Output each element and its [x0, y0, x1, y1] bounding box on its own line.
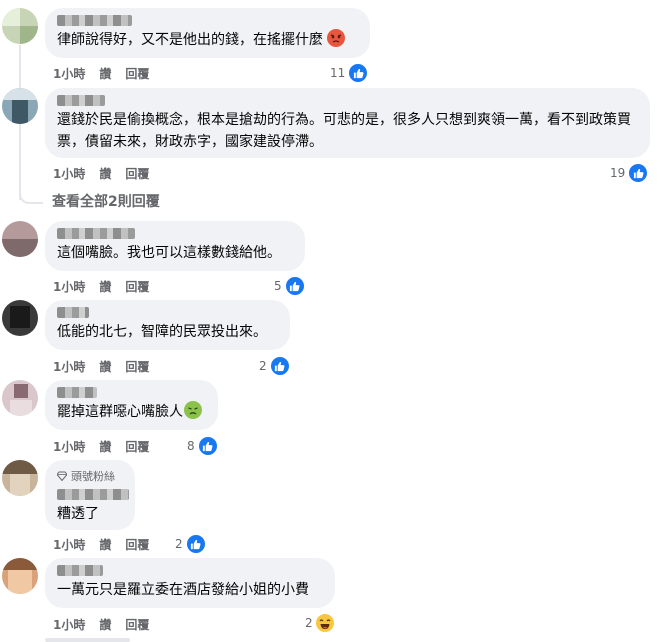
- thumbs-up-icon: [284, 276, 305, 296]
- avatar[interactable]: [2, 8, 38, 44]
- reply-button[interactable]: 回覆: [125, 536, 149, 553]
- reaction-count[interactable]: 19: [610, 163, 649, 183]
- comment-bubble: 罷掉這群噁心嘴臉人: [45, 380, 218, 430]
- thumbs-up-icon: [185, 534, 206, 554]
- commenter-name-redacted[interactable]: [57, 565, 103, 576]
- see-all-replies-link[interactable]: 查看全部2則回覆: [52, 191, 160, 211]
- reaction-count[interactable]: 2: [259, 356, 290, 376]
- comment-time[interactable]: 1小時: [53, 536, 85, 553]
- comment-actions: 1小時 讚 回覆: [53, 536, 163, 553]
- reply-button[interactable]: 回覆: [125, 278, 149, 295]
- commenter-name-redacted[interactable]: [57, 387, 97, 398]
- commenter-name-redacted[interactable]: [57, 228, 135, 239]
- avatar[interactable]: [2, 380, 38, 416]
- like-button[interactable]: 讚: [99, 165, 111, 182]
- badge-label: 頭號粉絲: [71, 470, 115, 483]
- comment-actions: 1小時 讚 回覆: [53, 278, 163, 295]
- comment-text: 律師說得好，又不是他出的錢，在搖擺什麼: [57, 29, 358, 51]
- laughing-emoji-icon: [315, 614, 334, 632]
- reply-button[interactable]: 回覆: [125, 438, 149, 455]
- diamond-icon: [57, 471, 67, 481]
- like-button[interactable]: 讚: [99, 438, 111, 455]
- like-button[interactable]: 讚: [99, 358, 111, 375]
- comment-actions: 1小時 讚 回覆: [53, 616, 163, 633]
- reply-button[interactable]: 回覆: [125, 616, 149, 633]
- commenter-name-redacted[interactable]: [57, 307, 89, 318]
- comment-text: 還錢於民是偷換概念，根本是搶劫的行為。可悲的是，很多人只想到爽領一萬，看不到政策…: [57, 112, 631, 150]
- commenter-name-redacted[interactable]: [57, 15, 132, 26]
- thumbs-up-icon: [269, 356, 290, 376]
- angry-emoji-icon: [327, 29, 346, 47]
- comment-text: 糟透了: [57, 506, 99, 522]
- commenter-name-redacted[interactable]: [57, 95, 105, 106]
- nauseated-emoji-icon: [184, 401, 202, 419]
- avatar[interactable]: [2, 300, 38, 336]
- comment-time[interactable]: 1小時: [53, 165, 85, 182]
- comment-bubble: 律師說得好，又不是他出的錢，在搖擺什麼: [45, 8, 370, 58]
- comment-actions: 1小時 讚 回覆: [53, 165, 163, 182]
- comment-bubble: 這個嘴臉。我也可以這樣數錢給他。: [45, 221, 305, 271]
- reaction-count[interactable]: 11: [330, 63, 369, 83]
- comment-time[interactable]: 1小時: [53, 65, 85, 82]
- comment-text: 低能的北七，智障的民眾投出來。: [57, 324, 267, 340]
- reaction-count[interactable]: 2: [175, 534, 206, 554]
- comment-actions: 1小時 讚 回覆: [53, 65, 163, 82]
- comment-text: 罷掉這群噁心嘴臉人: [57, 401, 206, 423]
- reply-button[interactable]: 回覆: [125, 65, 149, 82]
- top-fan-badge[interactable]: 頭號粉絲: [57, 468, 123, 484]
- like-button[interactable]: 讚: [99, 616, 111, 633]
- comment-text: 一萬元只是羅立委在酒店發給小姐的小費: [57, 582, 309, 598]
- thumbs-up-icon: [197, 436, 218, 456]
- comment-actions: 1小時 讚 回覆: [53, 358, 163, 375]
- commenter-name-redacted[interactable]: [57, 489, 129, 500]
- comment-time[interactable]: 1小時: [53, 438, 85, 455]
- comment-bubble: 頭號粉絲 糟透了: [45, 460, 135, 530]
- thumbs-up-icon: [628, 163, 649, 183]
- reply-thread-elbow: [19, 190, 43, 204]
- avatar[interactable]: [2, 460, 38, 496]
- comment-time[interactable]: 1小時: [53, 358, 85, 375]
- reaction-count[interactable]: 2: [305, 614, 334, 632]
- comment-actions: 1小時 讚 回覆: [53, 438, 163, 455]
- thumbs-up-icon: [348, 63, 369, 83]
- comment-time[interactable]: 1小時: [53, 616, 85, 633]
- reaction-count[interactable]: 5: [274, 276, 305, 296]
- comment-bubble: 一萬元只是羅立委在酒店發給小姐的小費: [45, 558, 335, 608]
- next-comment-partial: [45, 638, 130, 642]
- reply-button[interactable]: 回覆: [125, 358, 149, 375]
- like-button[interactable]: 讚: [99, 536, 111, 553]
- avatar[interactable]: [2, 88, 38, 124]
- like-button[interactable]: 讚: [99, 278, 111, 295]
- reaction-count[interactable]: 8: [187, 436, 218, 456]
- comment-time[interactable]: 1小時: [53, 278, 85, 295]
- comment-text: 這個嘴臉。我也可以這樣數錢給他。: [57, 245, 281, 261]
- like-button[interactable]: 讚: [99, 65, 111, 82]
- avatar[interactable]: [2, 558, 38, 594]
- avatar[interactable]: [2, 221, 38, 257]
- comment-bubble: 還錢於民是偷換概念，根本是搶劫的行為。可悲的是，很多人只想到爽領一萬，看不到政策…: [45, 88, 650, 158]
- comment-bubble: 低能的北七，智障的民眾投出來。: [45, 300, 290, 350]
- reply-button[interactable]: 回覆: [125, 165, 149, 182]
